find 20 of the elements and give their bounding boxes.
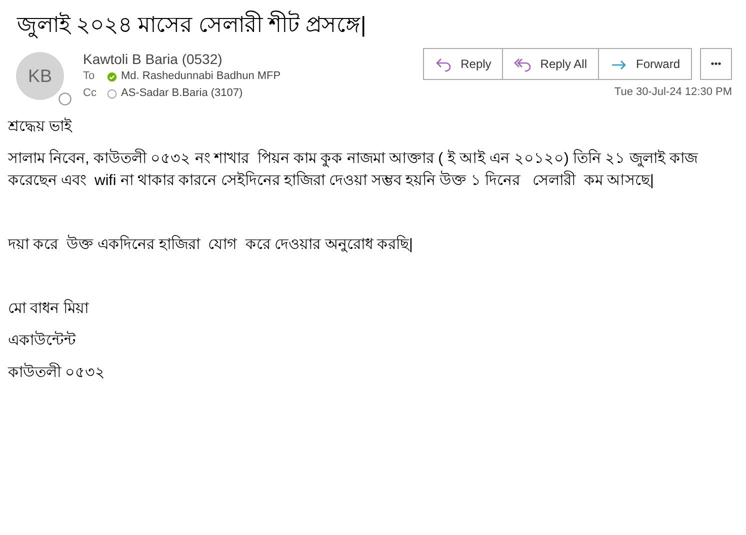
sender-name: Kawtoli B Baria (0532) <box>83 50 224 68</box>
reply-button[interactable]: Reply <box>424 49 502 79</box>
reply-all-arrow-icon <box>514 56 532 72</box>
recipient-name[interactable]: AS-Sadar B.Baria (3107) <box>121 85 243 102</box>
timestamp: Tue 30-Jul-24 12:30 PM <box>614 85 732 100</box>
reply-all-button[interactable]: Reply All <box>502 49 598 79</box>
body-line: একাউন্টেন্ট <box>8 330 77 351</box>
recipient-name[interactable]: Md. Rashedunnabi Badhun MFP <box>121 68 281 85</box>
body-line: শ্রদ্ধেয় ভাই <box>8 116 74 137</box>
email-subject: জুলাই ২০২৪ মাসের সেলারী শীট প্রসঙ্গে| <box>17 10 368 40</box>
body-line: মো বাধন মিয়া <box>8 298 90 319</box>
body-line: দয়া করে উক্ত একদিনের হাজিরা যোগ করে দেওয়ার অনুরোধ করছি| <box>8 234 414 255</box>
sender-avatar: KB <box>16 52 64 100</box>
body-line: কাউতলী ০৫৩২ <box>8 362 106 383</box>
forward-button[interactable]: Forward <box>598 49 691 79</box>
recipient-label: To <box>83 69 96 84</box>
more-button[interactable]: ••• <box>700 48 732 80</box>
reply-arrow-icon <box>434 56 452 72</box>
recipient-label: Cc <box>83 86 98 101</box>
body-paragraph: সালাম নিবেন, কাউতলী ০৫৩২ নং শাখার পিয়ন কাম কুক নাজমা আক্তার ( ই আই এন ২০১২০) তিনি ২১ জুলাই কাজ করেছেন এবং wifi না থাকার কারনে সেইদিনের হাজিরা দেওয়া সম্ভব হয়নি উক্ত ১ দিনের সেলারী কম আসছে| <box>8 148 700 191</box>
